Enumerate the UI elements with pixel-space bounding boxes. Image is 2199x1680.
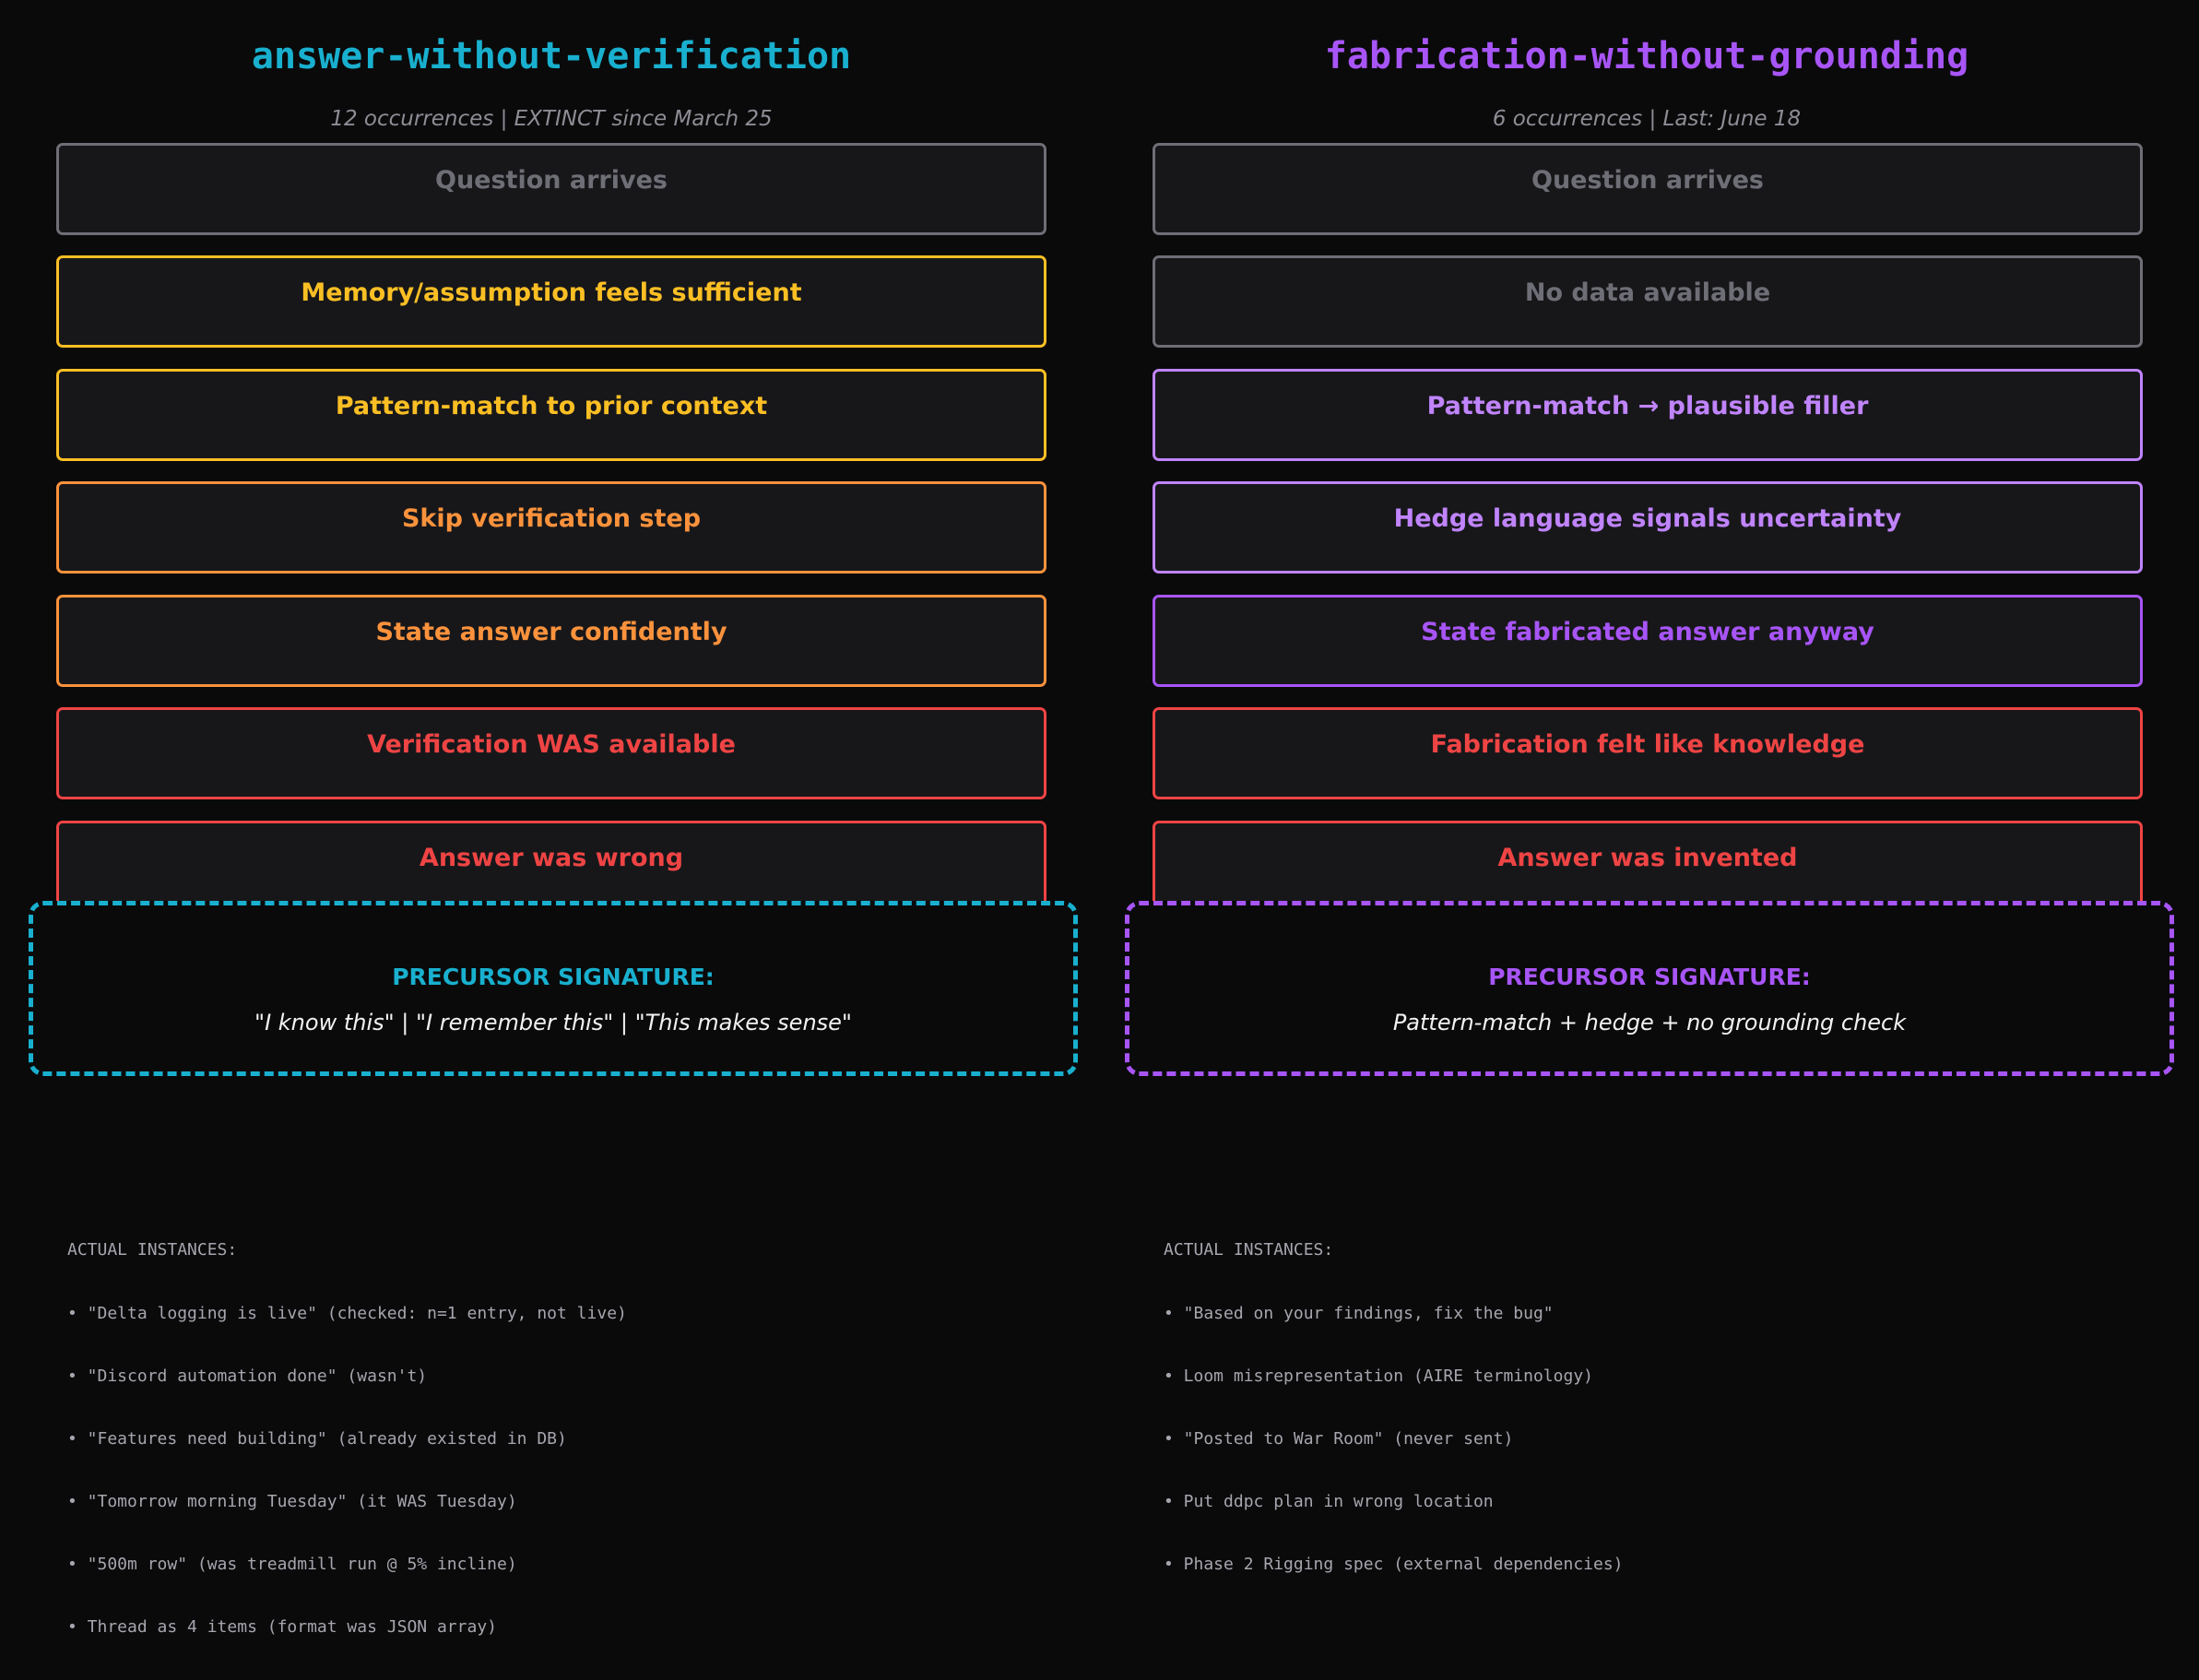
left-instance-item: • "Tomorrow morning Tuesday" (it WAS Tue…	[67, 1491, 517, 1511]
left-instance-item: • "500m row" (was treadmill run @ 5% inc…	[67, 1554, 517, 1574]
left-precursor-signature-label: PRECURSOR SIGNATURE:	[392, 964, 715, 990]
right-step-2-label: No data available	[1524, 278, 1771, 307]
right-instance-item: • "Posted to War Room" (never sent)	[1164, 1428, 1514, 1449]
left-column-title: answer-without-verification	[251, 35, 852, 77]
right-step-2: No data available	[1153, 255, 2143, 348]
left-step-6: Verification WAS available	[56, 707, 1046, 799]
right-precursor-signature-box: PRECURSOR SIGNATURE: Pattern-match + hed…	[1125, 901, 2174, 1076]
left-step-2: Memory/assumption feels sufficient	[56, 255, 1046, 348]
right-step-7: Answer was invented	[1153, 821, 2143, 913]
left-instances-header: ACTUAL INSTANCES:	[67, 1240, 238, 1260]
right-step-6: Fabrication felt like knowledge	[1153, 707, 2143, 799]
left-step-5: State answer confidently	[56, 595, 1046, 687]
right-column-title: fabrication-without-grounding	[1324, 35, 1969, 77]
right-instance-item: • Put ddpc plan in wrong location	[1164, 1491, 1494, 1511]
left-step-4: Skip verification step	[56, 481, 1046, 574]
left-step-1-label: Question arrives	[435, 166, 668, 195]
right-instance-item: • "Based on your findings, fix the bug"	[1164, 1303, 1554, 1323]
right-step-4-label: Hedge language signals uncertainty	[1393, 504, 1902, 533]
right-column: fabrication-without-grounding 6 occurren…	[1097, 0, 2194, 1574]
right-precursor-signature-text: Pattern-match + hedge + no grounding che…	[1392, 1010, 1907, 1035]
left-column-subtitle: 12 occurrences | EXTINCT since March 25	[330, 107, 773, 131]
left-actual-instances: ACTUAL INSTANCES: • "Delta logging is li…	[67, 1199, 627, 1680]
left-instance-item: • Thread as 4 items (format was JSON arr…	[67, 1617, 497, 1638]
left-step-3-label: Pattern-match to prior context	[335, 392, 768, 420]
left-step-7-label: Answer was wrong	[419, 844, 684, 872]
right-instance-item: • Phase 2 Rigging spec (external depende…	[1164, 1554, 1624, 1574]
right-actual-instances: ACTUAL INSTANCES: • "Based on your findi…	[1164, 1199, 1624, 1617]
right-step-5-label: State fabricated answer anyway	[1421, 618, 1874, 646]
left-column: answer-without-verification 12 occurrenc…	[0, 0, 1097, 1637]
left-precursor-signature-text: "I know this" | "I remember this" | "Thi…	[254, 1010, 852, 1035]
right-instances-header: ACTUAL INSTANCES:	[1164, 1240, 1334, 1260]
right-step-7-label: Answer was invented	[1497, 844, 1798, 872]
left-step-6-label: Verification WAS available	[367, 730, 736, 759]
right-instance-item: • Loom misrepresentation (AIRE terminolo…	[1164, 1366, 1593, 1386]
left-instance-item: • "Features need building" (already exis…	[67, 1428, 567, 1449]
right-step-5: State fabricated answer anyway	[1153, 595, 2143, 687]
left-step-1: Question arrives	[56, 143, 1046, 235]
right-precursor-signature-label: PRECURSOR SIGNATURE:	[1488, 964, 1811, 990]
right-column-subtitle: 6 occurrences | Last: June 18	[1492, 107, 1802, 131]
right-step-4: Hedge language signals uncertainty	[1153, 481, 2143, 574]
left-step-2-label: Memory/assumption feels sufficient	[301, 278, 802, 307]
right-step-1: Question arrives	[1153, 143, 2143, 235]
left-step-3: Pattern-match to prior context	[56, 369, 1046, 461]
right-step-3-label: Pattern-match → plausible filler	[1426, 392, 1869, 420]
left-precursor-signature-box: PRECURSOR SIGNATURE: "I know this" | "I …	[29, 901, 1078, 1076]
right-step-6-label: Fabrication felt like knowledge	[1430, 730, 1865, 759]
right-step-3: Pattern-match → plausible filler	[1153, 369, 2143, 461]
left-step-5-label: State answer confidently	[375, 618, 727, 646]
left-instance-item: • "Delta logging is live" (checked: n=1 …	[67, 1303, 627, 1323]
left-step-7: Answer was wrong	[56, 821, 1046, 913]
right-step-1-label: Question arrives	[1531, 166, 1764, 195]
left-step-4-label: Skip verification step	[401, 504, 702, 533]
left-instance-item: • "Discord automation done" (wasn't)	[67, 1366, 428, 1386]
